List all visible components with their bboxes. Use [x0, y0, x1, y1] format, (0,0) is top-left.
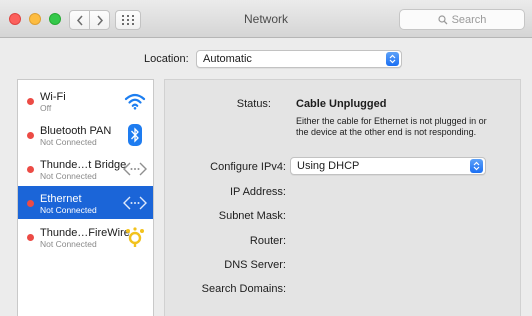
wifi-icon [123, 89, 147, 113]
service-status: Not Connected [40, 239, 97, 249]
up-down-arrows-icon [389, 54, 396, 64]
configure-ipv4-select[interactable]: Using DHCP [290, 157, 486, 175]
show-all-button[interactable] [115, 10, 141, 30]
status-label: Status: [236, 98, 271, 110]
grid-icon [122, 15, 134, 25]
service-name: Bluetooth PAN [40, 125, 112, 137]
status-dot [27, 98, 34, 105]
service-item-ethernet[interactable]: Ethernet Not Connected [18, 186, 153, 219]
router-label: Router: [249, 235, 286, 247]
search-placeholder: Search [451, 13, 487, 26]
configure-ipv4-label: Configure IPv4: [210, 161, 286, 173]
status-dot [27, 132, 34, 139]
ethernet-arrows-icon [123, 191, 147, 215]
back-button[interactable] [69, 10, 90, 30]
firewire-icon [123, 225, 147, 249]
service-status: Not Connected [40, 205, 97, 215]
title-bar: Network Search [0, 0, 532, 38]
network-service-list[interactable]: Wi-Fi Off Bluetooth PAN Not Connected Th… [17, 79, 154, 316]
search-icon [437, 14, 448, 24]
location-label: Location: [144, 53, 189, 65]
zoom-window-button[interactable] [49, 13, 61, 25]
service-name: Thunde…t Bridge [40, 159, 127, 171]
status-value: Cable Unplugged [296, 98, 387, 110]
service-status: Off [40, 103, 52, 113]
status-description: Either the cable for Ethernet is not plu… [296, 116, 487, 137]
window-title: Network [243, 12, 288, 26]
service-name: Thunde…FireWire [40, 227, 130, 239]
detail-pane: Status: Cable Unplugged Either the cable… [164, 79, 521, 316]
service-item-wifi[interactable]: Wi-Fi Off [18, 84, 153, 117]
status-dot [27, 200, 34, 207]
up-down-arrows-icon [473, 161, 480, 171]
service-name: Wi-Fi [40, 91, 66, 103]
status-dot [27, 166, 34, 173]
dns-server-label: DNS Server: [224, 259, 286, 271]
service-status: Not Connected [40, 137, 97, 147]
chevron-right-icon [96, 15, 103, 25]
service-item-thunderbolt-bridge[interactable]: Thunde…t Bridge Not Connected [18, 152, 153, 185]
location-stepper [386, 52, 399, 66]
minimize-window-button[interactable] [29, 13, 41, 25]
location-select[interactable]: Automatic [196, 50, 402, 68]
service-item-thunderbolt-firewire[interactable]: Thunde…FireWire Not Connected [18, 220, 153, 253]
configure-ipv4-value: Using DHCP [297, 160, 360, 172]
search-field[interactable]: Search [399, 9, 525, 30]
bluetooth-icon [123, 123, 147, 147]
configure-ipv4-stepper [470, 159, 483, 173]
forward-button[interactable] [89, 10, 110, 30]
service-item-bluetooth-pan[interactable]: Bluetooth PAN Not Connected [18, 118, 153, 151]
location-value: Automatic [203, 53, 252, 65]
search-domains-label: Search Domains: [201, 283, 286, 295]
subnet-mask-label: Subnet Mask: [218, 210, 286, 222]
ip-address-label: IP Address: [229, 186, 286, 198]
service-status: Not Connected [40, 171, 97, 181]
close-window-button[interactable] [9, 13, 21, 25]
service-name: Ethernet [40, 193, 82, 205]
status-dot [27, 234, 34, 241]
ethernet-arrows-icon [123, 157, 147, 181]
chevron-left-icon [76, 15, 83, 25]
